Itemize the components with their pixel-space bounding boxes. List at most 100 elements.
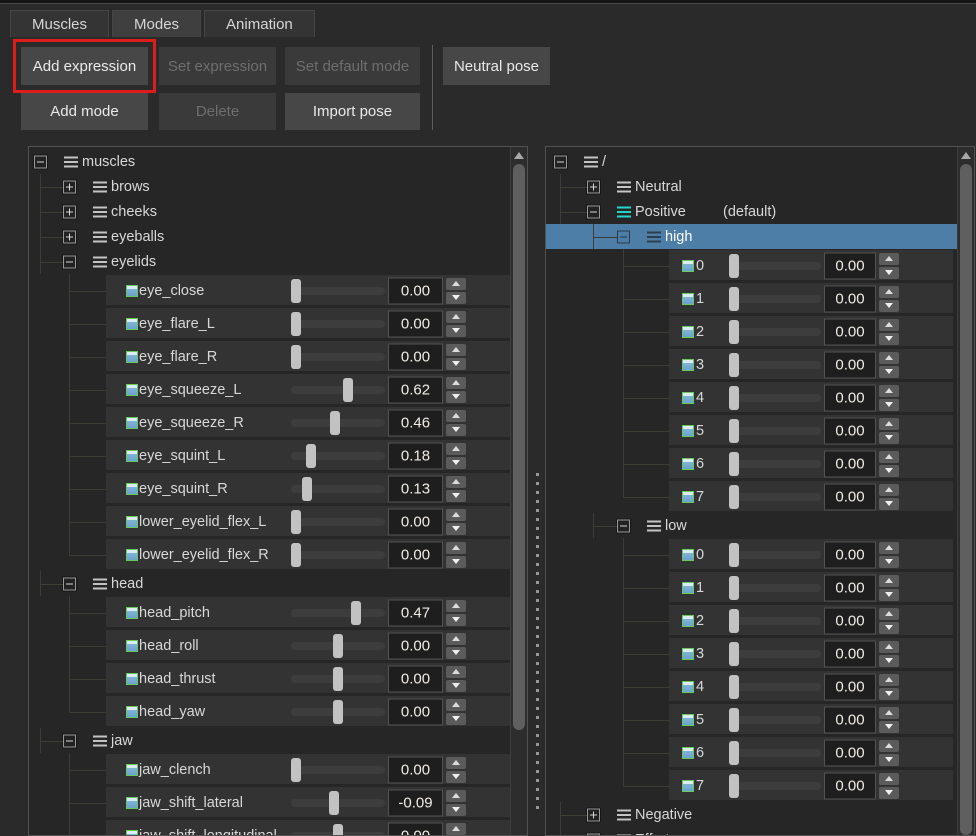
muscle-slider-handle[interactable] bbox=[302, 477, 312, 501]
muscle-slider-handle[interactable] bbox=[333, 824, 343, 836]
muscle-value-spinbox[interactable]: 0.00 bbox=[824, 706, 876, 733]
spin-down-button[interactable] bbox=[879, 688, 899, 700]
muscle-slider-handle[interactable] bbox=[729, 287, 739, 311]
spin-down-button[interactable] bbox=[446, 325, 466, 337]
spin-up-button[interactable] bbox=[446, 757, 466, 769]
muscle-value-spinbox[interactable]: 0.00 bbox=[824, 574, 876, 601]
muscle-slider-track[interactable] bbox=[729, 460, 821, 468]
spin-up-button[interactable] bbox=[446, 542, 466, 554]
spin-down-button[interactable] bbox=[446, 358, 466, 370]
expand-toggle-icon[interactable] bbox=[63, 180, 76, 193]
muscle-enabled-checkbox[interactable] bbox=[682, 714, 694, 726]
expand-toggle-icon[interactable] bbox=[63, 205, 76, 218]
muscle-slider-handle[interactable] bbox=[291, 758, 301, 782]
muscle-row[interactable]: eye_flare_L0.00 bbox=[29, 307, 510, 340]
spin-up-button[interactable] bbox=[446, 823, 466, 835]
muscle-value-spinbox[interactable]: -0.09 bbox=[388, 789, 443, 816]
muscle-row[interactable]: 30.00 bbox=[546, 348, 957, 381]
muscle-enabled-checkbox[interactable] bbox=[126, 450, 138, 462]
tree-group-row[interactable]: muscles bbox=[29, 149, 510, 174]
muscle-enabled-checkbox[interactable] bbox=[126, 830, 138, 836]
muscle-value-spinbox[interactable]: 0.00 bbox=[388, 541, 443, 568]
muscle-enabled-checkbox[interactable] bbox=[126, 384, 138, 396]
muscle-row[interactable]: eye_squint_R0.13 bbox=[29, 472, 510, 505]
muscle-row[interactable]: 20.00 bbox=[546, 315, 957, 348]
muscle-slider-track[interactable] bbox=[729, 584, 821, 592]
muscle-slider-handle[interactable] bbox=[291, 312, 301, 336]
tree-group-row[interactable]: Negative bbox=[546, 802, 957, 827]
muscle-value-spinbox[interactable]: 0.00 bbox=[388, 343, 443, 370]
muscle-slider-track[interactable] bbox=[291, 287, 385, 295]
muscle-enabled-checkbox[interactable] bbox=[682, 491, 694, 503]
spin-up-button[interactable] bbox=[879, 319, 899, 331]
muscle-row[interactable]: head_pitch0.47 bbox=[29, 596, 510, 629]
spin-up-button[interactable] bbox=[879, 575, 899, 587]
spin-down-button[interactable] bbox=[446, 292, 466, 304]
muscle-slider-track[interactable] bbox=[291, 518, 385, 526]
muscle-slider-handle[interactable] bbox=[729, 609, 739, 633]
muscle-slider-handle[interactable] bbox=[306, 444, 316, 468]
tree-group-row[interactable]: head bbox=[29, 571, 510, 596]
muscle-row[interactable]: eye_squint_L0.18 bbox=[29, 439, 510, 472]
muscle-row[interactable]: 10.00 bbox=[546, 571, 957, 604]
muscle-row[interactable]: 50.00 bbox=[546, 414, 957, 447]
spin-up-button[interactable] bbox=[446, 509, 466, 521]
muscle-slider-handle[interactable] bbox=[291, 279, 301, 303]
muscle-slider-handle[interactable] bbox=[729, 320, 739, 344]
spin-up-button[interactable] bbox=[879, 674, 899, 686]
muscle-enabled-checkbox[interactable] bbox=[682, 359, 694, 371]
muscle-row[interactable]: head_yaw0.00 bbox=[29, 695, 510, 728]
muscle-slider-track[interactable] bbox=[729, 716, 821, 724]
muscle-slider-handle[interactable] bbox=[729, 452, 739, 476]
spin-up-button[interactable] bbox=[446, 344, 466, 356]
tree-group-row[interactable]: eyeballs bbox=[29, 224, 510, 249]
muscle-value-spinbox[interactable]: 0.00 bbox=[388, 632, 443, 659]
muscle-enabled-checkbox[interactable] bbox=[682, 458, 694, 470]
tree-group-row[interactable]: cheeks bbox=[29, 199, 510, 224]
spin-up-button[interactable] bbox=[879, 484, 899, 496]
tab-modes[interactable]: Modes bbox=[112, 10, 201, 37]
scrollbar-thumb[interactable] bbox=[960, 164, 972, 835]
collapse-toggle-icon[interactable] bbox=[554, 155, 567, 168]
muscle-value-spinbox[interactable]: 0.47 bbox=[388, 599, 443, 626]
spin-up-button[interactable] bbox=[879, 418, 899, 430]
collapse-toggle-icon[interactable] bbox=[34, 155, 47, 168]
muscle-row[interactable]: 30.00 bbox=[546, 637, 957, 670]
spin-down-button[interactable] bbox=[879, 589, 899, 601]
muscle-row[interactable]: 00.00 bbox=[546, 538, 957, 571]
spin-up-button[interactable] bbox=[446, 311, 466, 323]
spin-down-button[interactable] bbox=[879, 465, 899, 477]
muscle-slider-handle[interactable] bbox=[291, 345, 301, 369]
muscle-slider-handle[interactable] bbox=[330, 411, 340, 435]
spin-down-button[interactable] bbox=[446, 614, 466, 626]
muscle-enabled-checkbox[interactable] bbox=[682, 648, 694, 660]
spin-up-button[interactable] bbox=[879, 707, 899, 719]
muscle-row[interactable]: eye_close0.00 bbox=[29, 274, 510, 307]
muscle-enabled-checkbox[interactable] bbox=[682, 425, 694, 437]
scrollbar-thumb[interactable] bbox=[513, 164, 525, 730]
muscle-row[interactable]: jaw_shift_longitudinal0.00 bbox=[29, 819, 510, 836]
muscle-enabled-checkbox[interactable] bbox=[126, 516, 138, 528]
spin-down-button[interactable] bbox=[879, 721, 899, 733]
muscle-enabled-checkbox[interactable] bbox=[126, 797, 138, 809]
neutral-pose-button[interactable]: Neutral pose bbox=[443, 47, 550, 85]
muscle-row[interactable]: jaw_shift_lateral-0.09 bbox=[29, 786, 510, 819]
muscle-enabled-checkbox[interactable] bbox=[126, 640, 138, 652]
spin-down-button[interactable] bbox=[446, 556, 466, 568]
splitter-handle[interactable] bbox=[536, 473, 539, 813]
spin-up-button[interactable] bbox=[879, 773, 899, 785]
muscle-slider-handle[interactable] bbox=[729, 543, 739, 567]
spin-down-button[interactable] bbox=[879, 754, 899, 766]
spin-up-button[interactable] bbox=[446, 699, 466, 711]
spin-up-button[interactable] bbox=[446, 476, 466, 488]
muscle-slider-track[interactable] bbox=[291, 609, 385, 617]
spin-up-button[interactable] bbox=[879, 740, 899, 752]
muscle-value-spinbox[interactable]: 0.00 bbox=[824, 607, 876, 634]
muscle-value-spinbox[interactable]: 0.00 bbox=[388, 822, 443, 836]
muscle-value-spinbox[interactable]: 0.00 bbox=[388, 756, 443, 783]
muscle-slider-track[interactable] bbox=[729, 262, 821, 270]
muscle-value-spinbox[interactable]: 0.46 bbox=[388, 409, 443, 436]
muscle-enabled-checkbox[interactable] bbox=[682, 681, 694, 693]
muscle-enabled-checkbox[interactable] bbox=[126, 607, 138, 619]
left-scrollbar[interactable] bbox=[510, 147, 527, 835]
